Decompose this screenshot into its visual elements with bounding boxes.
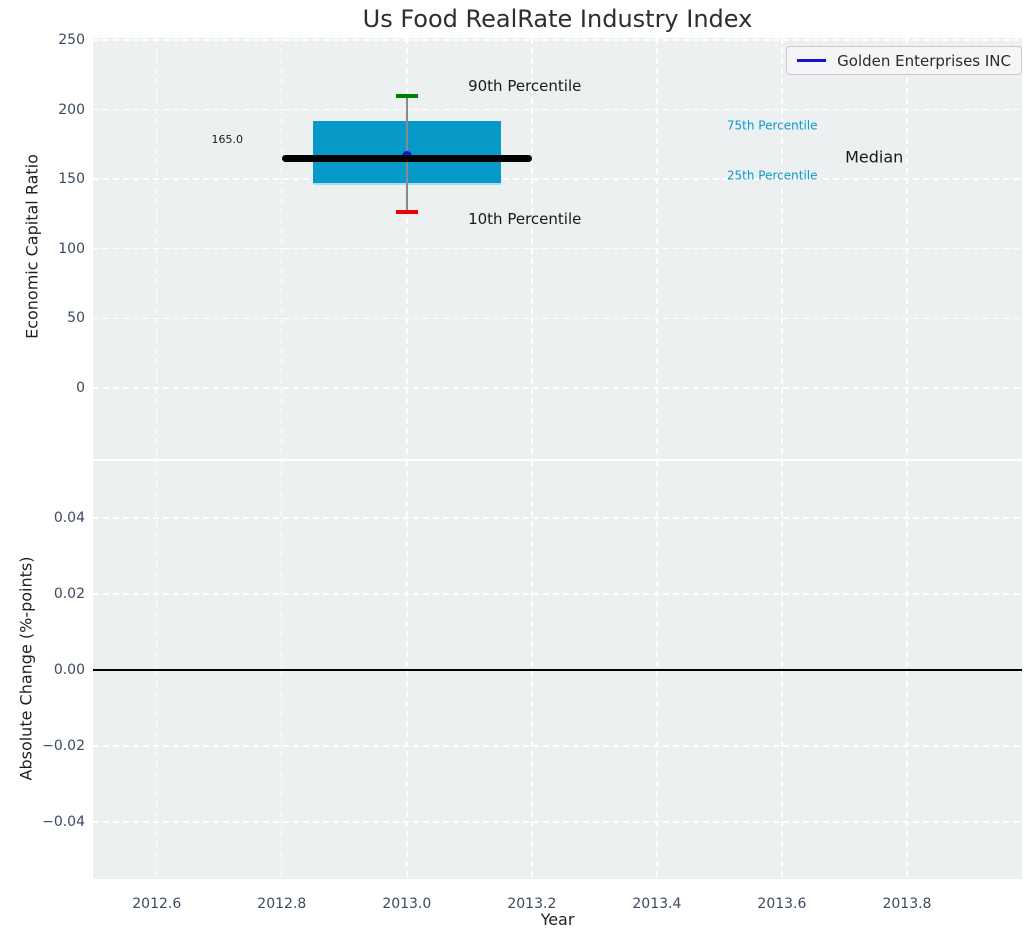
legend-line-sample [797,59,827,62]
y-tick-label: 0 [76,379,85,396]
x-tick-label: 2013.6 [757,896,807,912]
legend-box: Golden Enterprises INC [786,46,1022,75]
gridline-horizontal [93,39,1022,41]
gridline-horizontal [93,593,1022,595]
y-tick-label: 0.00 [53,662,85,678]
legend-series-label: Golden Enterprises INC [837,51,1011,70]
annotation-75th-percentile: 75th Percentile [726,118,818,133]
y-tick-label: 250 [58,31,85,48]
gridline-horizontal [93,178,1022,180]
x-tick-label: 2013.8 [882,896,932,912]
gridline-horizontal [93,317,1022,320]
x-tick-label: 2013.2 [507,896,557,912]
gridline-horizontal [93,108,1022,111]
annotation-10th-percentile: 10th Percentile [468,210,582,229]
gridline-horizontal [93,387,1022,389]
figure-canvas: Us Food RealRate Industry Index Economic… [0,0,1034,942]
boxplot-90th-cap [395,93,419,98]
chart-title: Us Food RealRate Industry Index [362,5,753,33]
y-tick-label: 50 [67,310,85,327]
gridline-horizontal [93,745,1022,747]
annotation-25th-percentile: 25th Percentile [726,168,818,183]
x-tick-label: 2013.0 [382,896,432,912]
annotation-165-0: 165.0 [211,133,244,147]
y-tick-label: −0.02 [42,738,85,754]
y-tick-label: 100 [58,240,85,257]
x-tick-label: 2012.8 [257,896,307,912]
annotation-median: Median [845,147,904,167]
gridline-horizontal [93,248,1022,250]
x-tick-label: 2013.4 [632,896,682,912]
y-tick-label: 200 [58,101,85,118]
gridline-horizontal [93,517,1022,519]
annotation-90th-percentile: 90th Percentile [468,77,582,96]
gridline-horizontal [93,821,1022,823]
y-tick-label: −0.04 [42,814,85,830]
y-tick-label: 150 [58,171,85,188]
boxplot-10th-cap [395,209,419,214]
y-tick-label: 0.04 [53,510,85,526]
x-tick-label: 2012.6 [132,896,182,912]
boxplot-median-line [281,154,532,162]
zero-change-line [93,669,1022,671]
y-tick-label: 0.02 [53,586,85,602]
